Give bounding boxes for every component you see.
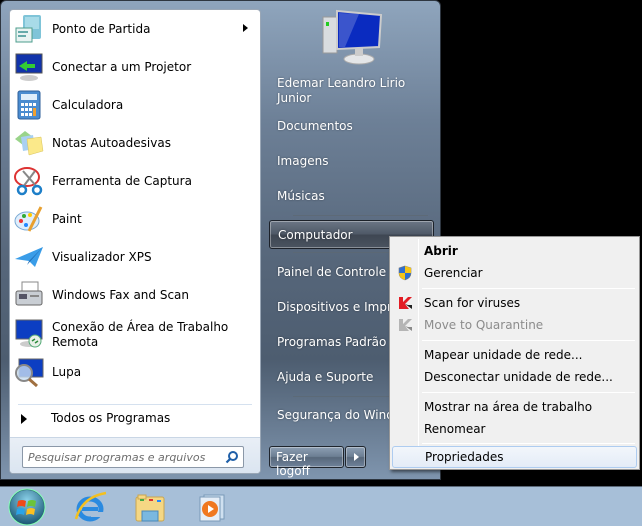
context-menu: Abrir Gerenciar Scan for viruses Move to…	[389, 236, 640, 470]
user-name-line1: Edemar Leandro Lirio	[277, 76, 406, 90]
getting-started-icon	[15, 15, 41, 43]
menu-item-map-network-drive[interactable]: Mapear unidade de rede...	[392, 344, 637, 366]
program-label: Conectar a um Projetor	[52, 59, 192, 74]
search-input[interactable]	[28, 450, 218, 465]
start-menu: Ponto de Partida Conectar a um Projetor	[0, 0, 441, 480]
logoff-button[interactable]: Fazer logoff	[269, 446, 344, 478]
all-programs-button[interactable]: Todos os Programas	[10, 408, 260, 430]
program-item-remote-desktop[interactable]: Conexão de Área de Trabalho Remota	[10, 314, 260, 354]
program-label: Windows Fax and Scan	[52, 287, 190, 302]
menu-item-label: Abrir	[424, 244, 458, 258]
remote-desktop-icon	[15, 319, 43, 348]
menu-item-label: Mostrar na área de trabalho	[424, 400, 593, 414]
right-item-music[interactable]: Músicas	[269, 189, 434, 217]
user-name-link[interactable]: Edemar Leandro Lirio Junior	[269, 76, 434, 110]
program-label-line2: Remota	[52, 335, 99, 349]
user-name-line2: Junior	[277, 91, 312, 105]
sticky-notes-icon	[15, 131, 44, 156]
projector-icon	[15, 53, 43, 81]
right-item-devices-printers[interactable]: Dispositivos e Impressoras	[269, 300, 389, 328]
uac-shield-icon	[398, 265, 412, 281]
right-item-pictures[interactable]: Imagens	[269, 154, 434, 182]
right-item-label: Imagens	[277, 154, 329, 168]
windows-explorer-icon[interactable]	[132, 487, 168, 526]
menu-item-rename[interactable]: Renomear	[392, 418, 637, 440]
separator	[422, 340, 635, 341]
menu-item-properties[interactable]: Propriedades	[392, 446, 637, 468]
menu-item-label: Desconectar unidade de rede...	[424, 370, 613, 384]
program-label: Notas Autoadesivas	[52, 135, 171, 150]
magnifier-icon	[15, 358, 44, 388]
program-item-getting-started[interactable]: Ponto de Partida	[10, 10, 260, 48]
separator	[293, 215, 428, 216]
menu-item-show-on-desktop[interactable]: Mostrar na área de trabalho	[392, 396, 637, 418]
menu-item-disconnect-network-drive[interactable]: Desconectar unidade de rede...	[392, 366, 637, 388]
program-label: Visualizador XPS	[52, 249, 152, 264]
shutdown-options-button[interactable]	[345, 446, 366, 468]
right-item-label: Segurança do Windows	[277, 408, 389, 422]
program-item-projector[interactable]: Conectar a um Projetor	[10, 48, 260, 86]
right-item-label: Músicas	[277, 189, 325, 203]
separator	[422, 288, 635, 289]
menu-item-scan-viruses[interactable]: Scan for viruses	[392, 292, 637, 314]
program-item-paint[interactable]: Paint	[10, 200, 260, 238]
all-programs-label: Todos os Programas	[51, 411, 171, 425]
menu-item-label: Move to Quarantine	[424, 318, 544, 332]
right-item-documents[interactable]: Documentos	[269, 119, 434, 147]
program-label: Lupa	[52, 364, 82, 379]
menu-item-label: Gerenciar	[424, 266, 483, 280]
program-item-calculator[interactable]: Calculadora	[10, 86, 260, 124]
search-box[interactable]	[22, 446, 244, 468]
expand-arrow-icon	[21, 414, 27, 424]
internet-explorer-icon[interactable]	[72, 487, 108, 526]
separator	[422, 392, 635, 393]
program-item-xps-viewer[interactable]: Visualizador XPS	[10, 238, 260, 276]
paint-icon	[14, 206, 43, 232]
xps-viewer-icon	[15, 247, 43, 267]
fax-scan-icon	[15, 281, 43, 306]
taskbar	[0, 486, 642, 526]
submenu-arrow-icon[interactable]	[243, 24, 248, 32]
program-label: Calculadora	[52, 97, 124, 112]
separator	[18, 404, 252, 405]
right-item-label: Computador	[278, 228, 353, 242]
program-item-magnifier[interactable]: Lupa	[10, 353, 260, 391]
menu-item-move-quarantine[interactable]: Move to Quarantine	[392, 314, 637, 336]
menu-item-label: Propriedades	[425, 450, 504, 464]
right-item-label: Painel de Controle	[277, 265, 387, 279]
right-item-label: Documentos	[277, 119, 353, 133]
computer-user-picture-icon[interactable]	[319, 5, 389, 67]
arrow-right-icon	[354, 453, 359, 461]
menu-item-manage[interactable]: Gerenciar	[392, 262, 637, 284]
search-icon[interactable]	[225, 450, 239, 464]
program-item-sticky-notes[interactable]: Notas Autoadesivas	[10, 124, 260, 162]
program-label: Ferramenta de Captura	[52, 173, 192, 188]
menu-item-label: Scan for viruses	[424, 296, 521, 310]
program-label: Conexão de Área de Trabalho	[52, 320, 229, 334]
media-player-icon[interactable]	[194, 487, 230, 526]
right-item-windows-security[interactable]: Segurança do Windows	[269, 408, 389, 436]
program-item-fax-scan[interactable]: Windows Fax and Scan	[10, 276, 260, 314]
right-item-label: Programas Padrão	[277, 335, 387, 349]
program-label: Ponto de Partida	[52, 21, 151, 36]
program-item-snipping-tool[interactable]: Ferramenta de Captura	[10, 162, 260, 200]
logoff-label: Fazer logoff	[276, 450, 310, 478]
snipping-tool-icon	[14, 167, 43, 196]
right-item-label: Dispositivos e Impressoras	[277, 300, 389, 314]
start-orb-icon[interactable]	[6, 487, 48, 526]
menu-item-label: Renomear	[424, 422, 486, 436]
calculator-icon	[17, 90, 41, 120]
kaspersky-disabled-icon	[399, 319, 412, 331]
right-item-label: Ajuda e Suporte	[277, 370, 374, 384]
search-area	[10, 437, 260, 473]
kaspersky-icon	[399, 297, 412, 309]
programs-pane: Ponto de Partida Conectar a um Projetor	[9, 9, 261, 474]
menu-item-label: Mapear unidade de rede...	[424, 348, 583, 362]
separator	[422, 443, 635, 444]
menu-item-open[interactable]: Abrir	[392, 240, 637, 262]
program-label: Paint	[52, 211, 82, 226]
